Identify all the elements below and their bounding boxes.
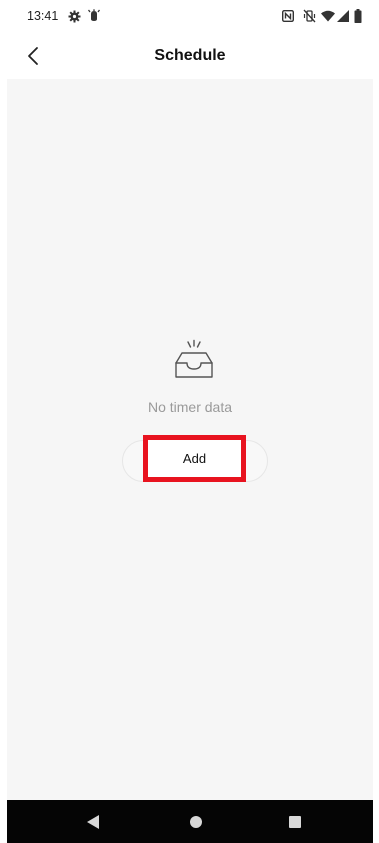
wifi-icon <box>321 10 335 22</box>
notification-icon <box>88 9 100 21</box>
nav-back-button[interactable] <box>61 800 121 843</box>
status-time: 13:41 <box>27 9 59 23</box>
battery-icon <box>354 9 362 23</box>
back-triangle-icon <box>87 815 99 829</box>
home-circle-icon <box>190 816 202 828</box>
schedule-content: No timer data Add <box>7 79 373 800</box>
navigation-bar <box>7 800 373 843</box>
gear-icon <box>68 10 81 23</box>
recents-square-icon <box>289 816 301 828</box>
page-title: Schedule <box>154 47 226 64</box>
nfc-icon <box>282 10 294 22</box>
vibrate-off-icon <box>303 9 316 23</box>
nav-home-button[interactable] <box>166 800 226 843</box>
empty-message: No timer data <box>147 399 233 415</box>
app-screen: 13:41 Schedule No timer data Add <box>7 0 373 843</box>
empty-inbox-icon <box>175 339 213 378</box>
header: Schedule <box>7 34 373 79</box>
status-bar: 13:41 <box>7 0 373 34</box>
add-button[interactable]: Add <box>143 435 246 482</box>
nav-recents-button[interactable] <box>265 800 325 843</box>
signal-icon <box>337 10 349 22</box>
